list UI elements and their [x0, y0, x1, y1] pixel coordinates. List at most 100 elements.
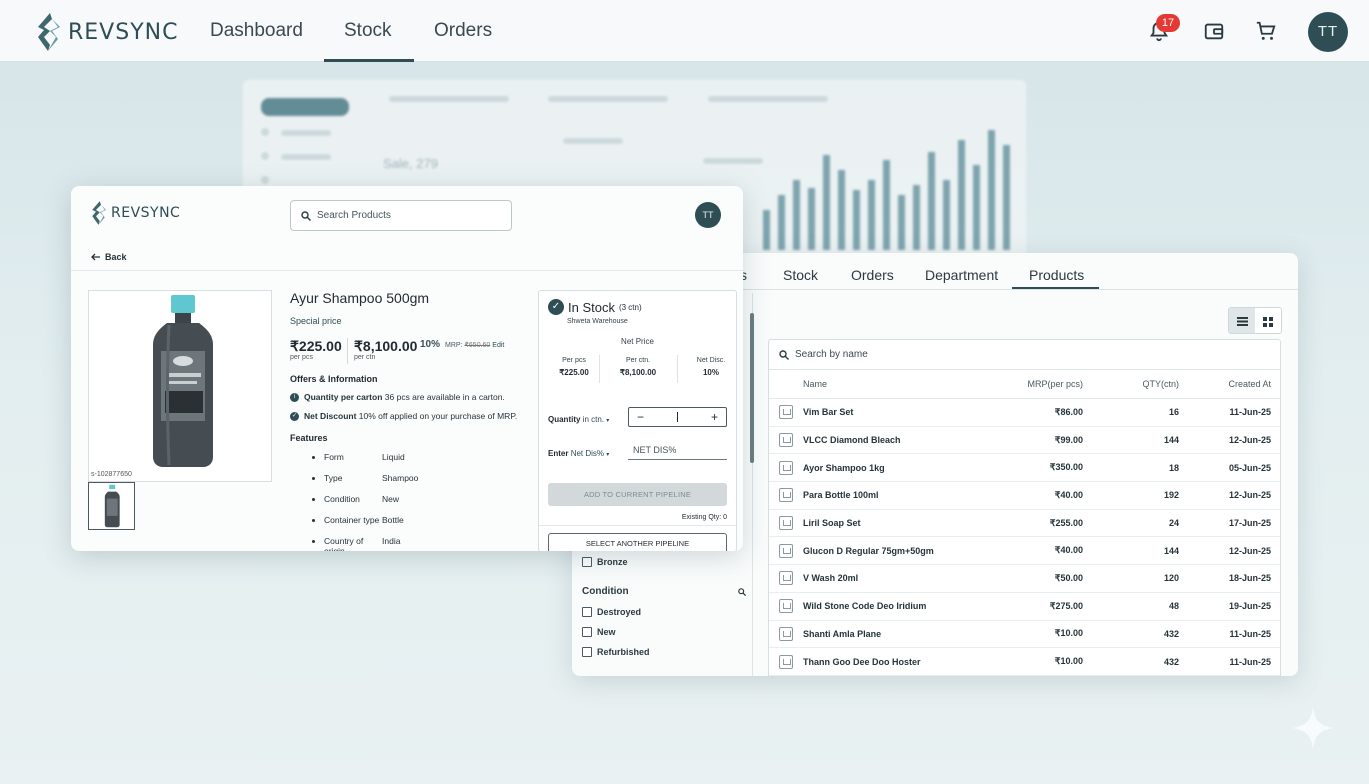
ghost-line	[548, 96, 668, 102]
back-button[interactable]: Back	[91, 252, 127, 262]
products-table: Search by name Name MRP(per pcs) QTY(ctn…	[768, 339, 1281, 676]
filter-option-new[interactable]: New	[582, 627, 616, 637]
filter-option-destroyed[interactable]: Destroyed	[582, 607, 641, 617]
header-created[interactable]: Created At	[1179, 379, 1271, 389]
table-row[interactable]: Thann Goo Dee Doo Hoster ₹10.00 432 11-Jun-…	[769, 648, 1280, 676]
discount-label-text: Enter	[548, 449, 569, 458]
net-disc-value: 10%	[702, 368, 719, 377]
nav-tab-dashboard[interactable]: Dashboard	[210, 20, 303, 42]
chevron-down-icon: ▾	[606, 418, 610, 424]
stock-divider	[539, 525, 736, 526]
table-row[interactable]: Liril Soap Set ₹255.00 24 17-Jun-25	[769, 510, 1280, 538]
table-row[interactable]: Ayor Shampoo 1kg ₹350.00 18 05-Jun-25	[769, 454, 1280, 483]
search-icon[interactable]	[738, 587, 746, 596]
offer-discount: ✓ Net Discount 10% off applied on your p…	[290, 411, 517, 421]
decrement-button[interactable]: −	[637, 410, 644, 424]
table-row[interactable]: Vim Bar Set ₹86.00 16 11-Jun-25	[769, 399, 1280, 427]
product-thumbnail[interactable]	[88, 482, 135, 530]
product-box-icon	[779, 460, 793, 475]
ghost-bar	[778, 195, 785, 250]
mrp-prefix: MRP:	[445, 342, 463, 349]
tab-stock[interactable]: Stock	[783, 267, 818, 283]
nav-tab-stock[interactable]: Stock	[344, 20, 392, 42]
search-icon	[779, 349, 789, 360]
row-created: 17-Jun-25	[1228, 518, 1271, 529]
ghost-bar	[973, 165, 980, 250]
features-title: Features	[290, 433, 328, 443]
table-row[interactable]: Glucon D Regular 75gm+50gm ₹40.00 144 12-Ju…	[769, 537, 1280, 566]
table-row[interactable]: Para Bottle 100ml ₹40.00 192 12-Jun-25	[769, 482, 1280, 510]
list-view-button[interactable]	[1229, 308, 1255, 333]
checkbox[interactable]	[582, 627, 592, 637]
product-box-icon	[779, 405, 793, 420]
header-name[interactable]: Name	[803, 379, 963, 389]
ghost-bar	[943, 180, 950, 250]
filter-option-bronze[interactable]: Bronze	[582, 557, 628, 567]
search-icon	[301, 210, 311, 221]
discount-label[interactable]: Enter Net Dis% ▾	[548, 449, 609, 458]
revsync-logo-icon	[38, 13, 60, 51]
row-icon-cell	[769, 599, 803, 614]
user-avatar-small[interactable]: TT	[695, 202, 721, 228]
row-mrp: ₹86.00	[1054, 406, 1083, 417]
tab-products[interactable]: Products	[1029, 267, 1084, 283]
quantity-unit-dropdown[interactable]: in ctn.	[583, 415, 604, 424]
feature-value: India	[382, 536, 401, 546]
filter-scrollbar[interactable]	[750, 313, 754, 463]
row-name: Liril Soap Set	[803, 518, 861, 529]
header-mrp[interactable]: MRP(per pcs)	[963, 379, 1083, 389]
product-search-input[interactable]: Search Products	[290, 200, 512, 231]
price-per-pcs-unit: per pcs	[290, 354, 313, 361]
quantity-label[interactable]: Quantity in ctn. ▾	[548, 415, 609, 424]
quantity-stepper[interactable]: − +	[628, 407, 727, 427]
row-created: 11-Jun-25	[1229, 656, 1271, 667]
tab-orders[interactable]: Orders	[851, 267, 894, 283]
offer-quantity-text: 36 pcs are available in a carton.	[384, 392, 505, 402]
row-name: Shanti Amla Plane	[803, 628, 882, 639]
table-row[interactable]: V Wash 20ml ₹50.00 120 18-Jun-25	[769, 565, 1280, 593]
feature-key: Condition	[312, 494, 382, 504]
view-toggle	[1228, 307, 1282, 334]
checkbox[interactable]	[582, 557, 592, 567]
net-discount-input[interactable]: NET DIS%	[628, 442, 727, 460]
header-qty[interactable]: QTY(ctn)	[1083, 379, 1179, 389]
add-to-pipeline-button[interactable]: ADD TO CURRENT PIPELINE	[548, 483, 727, 506]
product-sku: s-102877650	[91, 471, 132, 478]
nav-tab-orders[interactable]: Orders	[434, 20, 492, 42]
row-name: VLCC Diamond Bleach	[803, 435, 901, 446]
table-row[interactable]: Wild Stone Code Deo Iridium ₹275.00 48 19-J…	[769, 593, 1280, 621]
ghost-bar	[988, 130, 995, 250]
user-avatar[interactable]: TT	[1308, 12, 1348, 52]
product-image[interactable]: s-102877650	[88, 290, 272, 482]
per-pcs-value: ₹225.00	[559, 368, 589, 377]
row-created: 12-Jun-25	[1228, 490, 1271, 501]
select-pipeline-button[interactable]: SELECT ANOTHER PIPELINE	[548, 533, 727, 551]
top-navbar: REVSYNC Dashboard Stock Orders 17 TT	[0, 0, 1369, 62]
discount-unit-dropdown[interactable]: Net Dis%	[571, 449, 604, 458]
ghost-bar	[838, 170, 845, 250]
tab-department[interactable]: Department	[925, 267, 998, 283]
wallet-icon[interactable]	[1203, 20, 1225, 42]
arrow-left-icon	[91, 253, 100, 261]
grid-view-button[interactable]	[1255, 308, 1281, 333]
per-pcs-label: Per pcs	[562, 357, 586, 364]
cart-icon[interactable]	[1255, 20, 1277, 42]
table-search-input[interactable]: Search by name	[769, 340, 1280, 370]
brand-logo-small[interactable]: REVSYNC	[91, 201, 180, 225]
checkbox[interactable]	[582, 647, 592, 657]
checkbox[interactable]	[582, 607, 592, 617]
product-box-icon	[779, 599, 793, 614]
condition-filter-title: Condition	[582, 586, 629, 597]
increment-button[interactable]: +	[711, 410, 718, 424]
filter-option-refurbished[interactable]: Refurbished	[582, 647, 650, 657]
ghost-bar	[823, 155, 830, 250]
stock-status: ✓ In Stock (3 ctn)	[548, 299, 642, 315]
row-qty: 192	[1163, 490, 1179, 501]
table-row[interactable]: VLCC Diamond Bleach ₹99.00 144 12-Jun-25	[769, 427, 1280, 455]
table-row[interactable]: Shanti Amla Plane ₹10.00 432 11-Jun-25	[769, 621, 1280, 649]
brand-logo[interactable]: REVSYNC	[36, 13, 178, 51]
info-icon: i	[290, 392, 299, 402]
net-disc-column: Net Disc. 10%	[689, 357, 733, 377]
ghost-bar	[958, 140, 965, 250]
edit-mrp-link[interactable]: Edit	[492, 342, 504, 349]
